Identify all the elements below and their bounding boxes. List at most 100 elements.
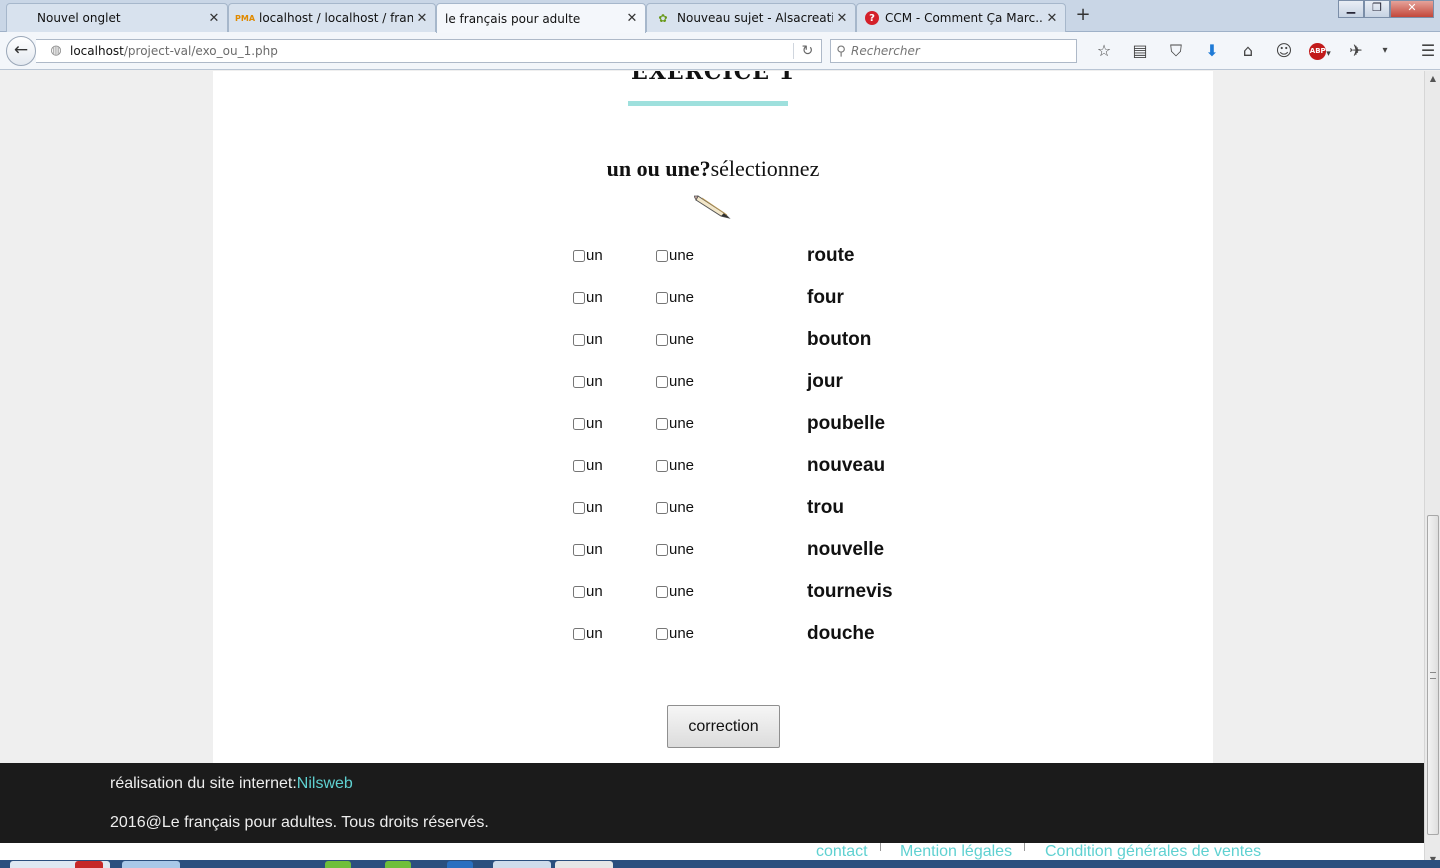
close-window-button[interactable]: ✕ [1390,0,1434,18]
tab-ccm[interactable]: ? CCM - Comment Ça Marc... ✕ [856,3,1066,32]
globe-icon: ◍ [50,43,62,58]
checkbox-une[interactable] [656,291,668,304]
close-icon[interactable]: ✕ [623,11,641,26]
maximize-button[interactable]: ❐ [1364,0,1390,18]
tab-francais-adulte[interactable]: le français pour adulte ✕ [436,3,646,33]
checkbox-un[interactable] [573,249,585,262]
bookmark-star-icon[interactable]: ☆ [1086,40,1122,62]
option-un[interactable]: un [573,289,603,306]
option-un[interactable]: un [573,625,603,642]
option-un[interactable]: un [573,373,603,390]
checkbox-une[interactable] [656,627,668,640]
reading-list-icon[interactable]: ▤ [1122,40,1158,62]
option-label: une [669,331,695,348]
menu-icon[interactable]: ☰ [1410,40,1440,62]
search-bar[interactable]: ⚲ [830,39,1077,63]
back-button[interactable]: ← [6,36,36,66]
list-item: un une poubelle [573,407,973,449]
url-path: /project-val/exo_ou_1.php [123,44,278,58]
close-icon[interactable]: ✕ [413,11,431,26]
extension-icon[interactable]: ✈ [1338,40,1374,62]
checkbox-une[interactable] [656,585,668,598]
checkbox-une[interactable] [656,333,668,346]
option-une[interactable]: une [656,415,694,432]
taskbar-item[interactable] [122,861,180,868]
chat-icon[interactable]: ☺ [1266,40,1302,62]
checkbox-une[interactable] [656,459,668,472]
tab-alsacreations[interactable]: ✿ Nouveau sujet - Alsacreati... ✕ [646,3,856,32]
option-une[interactable]: une [656,331,694,348]
option-un[interactable]: un [573,457,603,474]
option-un[interactable]: un [573,331,603,348]
contact-link[interactable]: contact [816,843,868,861]
checkbox-une[interactable] [656,249,668,262]
checkbox-un[interactable] [573,543,585,556]
vertical-scrollbar[interactable]: ▲ ▼ [1424,71,1440,868]
pocket-icon[interactable]: ⛉ [1158,40,1194,62]
checkbox-un[interactable] [573,585,585,598]
dropdown-icon[interactable]: ▾ [1374,40,1396,62]
checkbox-un[interactable] [573,627,585,640]
taskbar-item[interactable] [385,861,411,868]
option-un[interactable]: un [573,247,603,264]
tab-phpmyadmin[interactable]: PMA localhost / localhost / fran... ✕ [228,3,436,32]
close-icon[interactable]: ✕ [833,11,851,26]
mentions-legales-link[interactable]: Mention légales [900,843,1012,861]
correction-button[interactable]: correction [667,705,780,748]
phpmyadmin-icon: PMA [235,13,256,23]
checkbox-une[interactable] [656,417,668,430]
taskbar-item[interactable] [493,861,551,868]
option-une[interactable]: une [656,289,694,306]
option-une[interactable]: une [656,541,694,558]
link-separator [1024,843,1025,851]
checkbox-un[interactable] [573,291,585,304]
option-une[interactable]: une [656,373,694,390]
scrollbar-thumb[interactable] [1427,515,1439,835]
checkbox-un[interactable] [573,417,585,430]
url-bar[interactable]: ◍ localhost/project-val/exo_ou_1.php ↻ [36,39,822,63]
download-icon[interactable]: ⬇ [1194,40,1230,62]
nilsweb-link[interactable]: Nilsweb [297,775,353,792]
checkbox-un[interactable] [573,501,585,514]
checkbox-une[interactable] [656,543,668,556]
option-un[interactable]: un [573,583,603,600]
url-text[interactable]: localhost/project-val/exo_ou_1.php [70,44,793,58]
taskbar-item[interactable] [75,861,103,868]
tab-nouvel-onglet[interactable]: Nouvel onglet ✕ [6,3,228,32]
tab-bar: Nouvel onglet ✕ PMA localhost / localhos… [0,0,1440,33]
home-icon[interactable]: ⌂ [1230,40,1266,62]
search-input[interactable] [851,44,1061,58]
scroll-up-icon[interactable]: ▲ [1425,71,1440,87]
blank-icon [15,10,31,26]
taskbar-item[interactable] [325,861,351,868]
reload-icon[interactable]: ↻ [793,43,821,59]
checkbox-un[interactable] [573,459,585,472]
taskbar-item[interactable] [555,861,613,868]
list-item: un une route [573,239,973,281]
option-une[interactable]: une [656,499,694,516]
new-tab-button[interactable]: + [1072,5,1094,27]
option-une[interactable]: une [656,247,694,264]
noun-word: four [807,287,844,308]
checkbox-une[interactable] [656,375,668,388]
cgv-link[interactable]: Condition générales de ventes [1045,843,1261,861]
list-item: un une douche [573,617,973,659]
checkbox-un[interactable] [573,333,585,346]
checkbox-un[interactable] [573,375,585,388]
taskbar-item[interactable] [447,861,473,868]
option-une[interactable]: une [656,457,694,474]
option-une[interactable]: une [656,583,694,600]
option-un[interactable]: un [573,415,603,432]
close-icon[interactable]: ✕ [205,11,223,26]
option-label: un [586,583,603,600]
option-label: une [669,373,695,390]
minimize-button[interactable]: ▁ [1338,0,1364,18]
option-une[interactable]: une [656,625,694,642]
option-un[interactable]: un [573,541,603,558]
close-icon[interactable]: ✕ [1043,11,1061,26]
option-un[interactable]: un [573,499,603,516]
checkbox-une[interactable] [656,501,668,514]
adblock-icon[interactable]: ABP▾ [1302,40,1338,62]
noun-word: nouveau [807,455,886,476]
link-separator [880,843,881,851]
